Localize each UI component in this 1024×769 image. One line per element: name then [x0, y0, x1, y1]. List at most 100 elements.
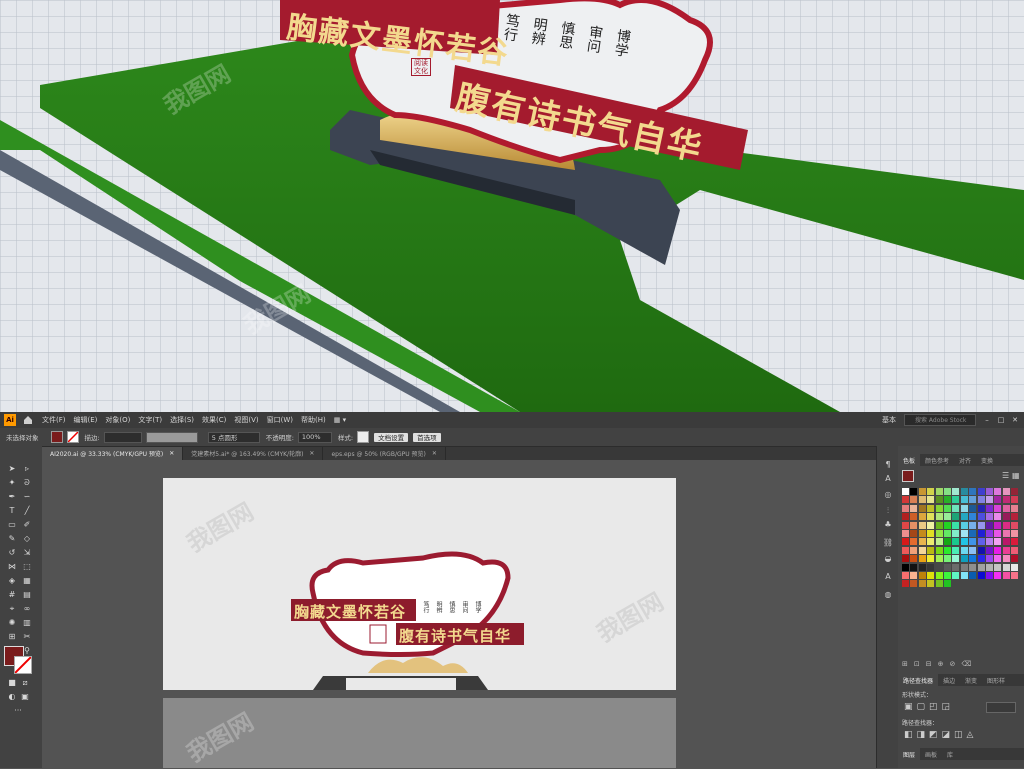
- color-swatch[interactable]: [918, 546, 926, 554]
- paragraph-icon[interactable]: ¶: [882, 460, 894, 470]
- color-swatch[interactable]: [978, 580, 985, 587]
- color-guide-icon[interactable]: ◍: [882, 590, 894, 600]
- color-swatch[interactable]: [986, 555, 993, 563]
- rectangle-tool-icon[interactable]: ▭: [6, 520, 18, 530]
- color-swatch[interactable]: [944, 488, 951, 495]
- color-swatch[interactable]: [927, 589, 934, 596]
- expand-button[interactable]: [986, 702, 1016, 713]
- color-swatch[interactable]: [936, 597, 943, 604]
- color-swatch[interactable]: [994, 488, 1002, 495]
- perspective-icon[interactable]: ▦: [21, 576, 33, 586]
- color-swatch[interactable]: [918, 504, 926, 512]
- color-swatch[interactable]: [952, 589, 959, 596]
- close-tab-icon[interactable]: ✕: [432, 450, 437, 457]
- blend-icon[interactable]: ∞: [21, 604, 33, 614]
- color-swatch[interactable]: [910, 563, 918, 571]
- color-swatch[interactable]: [935, 496, 943, 504]
- stock-search-input[interactable]: 搜索 Adobe Stock: [904, 414, 976, 426]
- color-swatch[interactable]: [977, 563, 985, 571]
- color-swatch[interactable]: [986, 563, 993, 571]
- shape-builder-icon[interactable]: ◈: [6, 576, 18, 586]
- color-swatch[interactable]: [994, 538, 1002, 546]
- color-swatch[interactable]: [969, 488, 977, 495]
- tab-graphic-styles[interactable]: 图形样: [982, 674, 1010, 686]
- color-swatch[interactable]: [1011, 538, 1019, 546]
- tab-document[interactable]: AI2020.ai @ 33.33% (CMYK/GPU 预览) ✕: [42, 447, 184, 460]
- color-swatch[interactable]: [969, 555, 977, 563]
- color-swatch[interactable]: [935, 563, 943, 571]
- close-tab-icon[interactable]: ✕: [169, 450, 174, 457]
- fill-swatch[interactable]: [50, 431, 63, 443]
- color-swatch[interactable]: [986, 572, 993, 579]
- color-swatch[interactable]: [1011, 597, 1018, 604]
- color-swatch[interactable]: [902, 580, 909, 588]
- color-swatch[interactable]: [994, 572, 1002, 579]
- tab-document[interactable]: 党建素材5.ai* @ 163.49% (CMYK/轮廓) ✕: [183, 447, 324, 460]
- tab-layers[interactable]: 图层: [898, 748, 921, 760]
- color-swatch[interactable]: [994, 597, 1001, 604]
- color-swatch[interactable]: [1011, 589, 1018, 596]
- color-swatch[interactable]: [1011, 521, 1019, 529]
- tab-gradient[interactable]: 渐变: [960, 674, 982, 686]
- color-swatch[interactable]: [919, 589, 926, 596]
- links-icon[interactable]: ⛓: [882, 538, 894, 548]
- color-swatch[interactable]: [1011, 555, 1019, 563]
- color-swatch[interactable]: [1002, 513, 1010, 521]
- color-swatch[interactable]: [978, 597, 985, 604]
- menu-window[interactable]: 窗口(W): [267, 415, 293, 425]
- color-swatch[interactable]: [994, 555, 1002, 563]
- color-swatch[interactable]: [927, 538, 935, 546]
- color-swatch[interactable]: [910, 572, 918, 579]
- color-swatch[interactable]: [994, 530, 1002, 537]
- color-swatch[interactable]: [1002, 504, 1010, 512]
- color-swatch[interactable]: [902, 563, 909, 571]
- color-swatch[interactable]: [918, 521, 926, 529]
- color-swatch[interactable]: [910, 538, 918, 546]
- color-swatch[interactable]: [910, 546, 918, 554]
- color-swatch[interactable]: [952, 555, 960, 563]
- color-swatch[interactable]: [960, 496, 968, 504]
- menu-effect[interactable]: 效果(C): [202, 415, 226, 425]
- color-swatch[interactable]: [986, 488, 993, 495]
- color-swatch[interactable]: [935, 530, 943, 537]
- color-swatch[interactable]: [918, 572, 926, 579]
- color-swatch[interactable]: [986, 513, 993, 521]
- color-swatch[interactable]: [952, 563, 960, 571]
- color-swatch[interactable]: [969, 546, 977, 554]
- color-mode-icon[interactable]: ■: [6, 678, 18, 688]
- color-swatch[interactable]: [918, 513, 926, 521]
- color-swatch[interactable]: [986, 597, 993, 604]
- color-swatch[interactable]: [1011, 496, 1019, 504]
- color-swatch[interactable]: [978, 589, 985, 596]
- color-swatch[interactable]: [1003, 597, 1010, 604]
- color-swatch[interactable]: [994, 504, 1002, 512]
- color-swatch[interactable]: [910, 589, 917, 596]
- line-tool-icon[interactable]: ╱: [21, 506, 33, 516]
- color-swatch[interactable]: [1002, 496, 1010, 504]
- color-swatch[interactable]: [961, 589, 968, 596]
- color-swatch[interactable]: [986, 521, 993, 529]
- close-icon[interactable]: ✕: [1010, 416, 1020, 424]
- preferences-button[interactable]: 首选项: [413, 432, 441, 442]
- color-swatch[interactable]: [960, 521, 968, 529]
- color-swatch[interactable]: [944, 496, 951, 504]
- color-swatch[interactable]: [977, 488, 985, 495]
- color-swatch[interactable]: [960, 530, 968, 537]
- color-swatch[interactable]: [902, 555, 909, 563]
- color-swatch[interactable]: [927, 580, 935, 588]
- color-swatch[interactable]: [960, 538, 968, 546]
- workspace-label[interactable]: 基本: [882, 415, 896, 425]
- color-swatch[interactable]: [902, 589, 909, 596]
- tab-libraries[interactable]: 库: [942, 748, 958, 760]
- color-swatch[interactable]: [927, 597, 934, 604]
- swatch-actions[interactable]: ⊞⊡⊟⊕⊘⌫: [902, 660, 977, 668]
- menu-help[interactable]: 帮助(H): [301, 415, 326, 425]
- scale-icon[interactable]: ⇲: [21, 548, 33, 558]
- color-swatch[interactable]: [927, 546, 935, 554]
- color-swatch[interactable]: [902, 504, 909, 512]
- color-swatch[interactable]: [969, 580, 976, 587]
- color-swatch[interactable]: [960, 513, 968, 521]
- color-swatch[interactable]: [1002, 488, 1010, 495]
- color-swatch[interactable]: [918, 488, 926, 495]
- tab-transform[interactable]: 变换: [976, 454, 998, 466]
